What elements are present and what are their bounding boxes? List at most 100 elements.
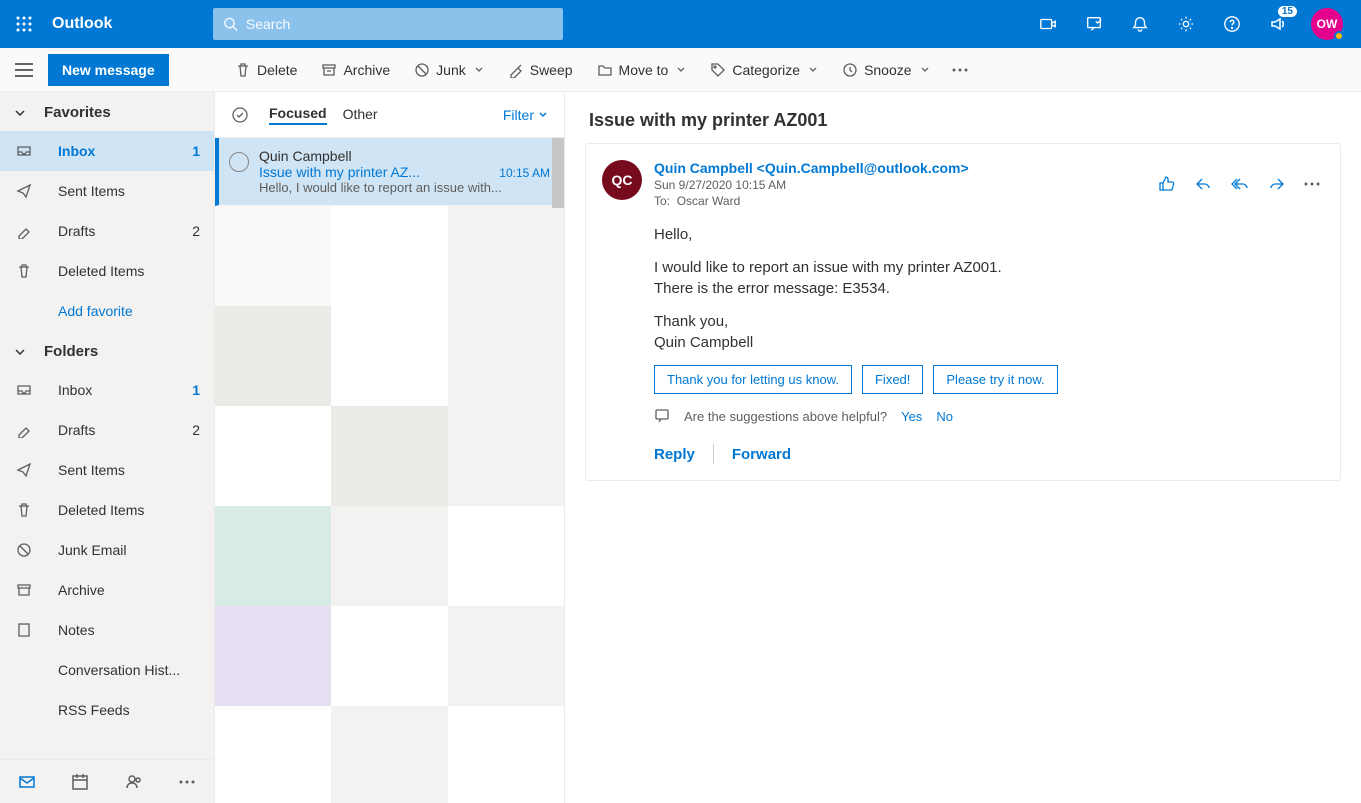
divider [713,444,714,464]
notification-badge: 15 [1278,6,1297,17]
account-avatar[interactable]: OW [1311,8,1343,40]
nav-deleted-items[interactable]: Deleted Items [0,251,214,291]
chevron-down-icon [474,65,484,75]
folder-notes[interactable]: Notes [0,610,214,650]
feedback-row: Are the suggestions above helpful? Yes N… [654,408,1324,424]
suggested-reply-1[interactable]: Thank you for letting us know. [654,365,852,394]
reading-subject: Issue with my printer AZ001 [589,110,1341,131]
message-card: QC Quin Campbell <Quin.Campbell@outlook.… [585,143,1341,481]
forward-link[interactable]: Forward [732,446,791,463]
search-box[interactable] [213,8,563,40]
teams-call-icon[interactable] [1025,0,1071,48]
new-message-button[interactable]: New message [48,54,169,86]
folders-section-header[interactable]: Folders [0,331,214,370]
block-icon [14,542,34,558]
placeholder-row [215,706,564,803]
feedback-icon[interactable] [1071,0,1117,48]
select-message-icon[interactable] [229,152,249,172]
favorites-section-header[interactable]: Favorites [0,92,214,131]
note-icon [14,622,34,638]
move-to-button[interactable]: Move to [587,58,697,82]
hamburger-icon[interactable] [0,48,48,92]
folder-sent[interactable]: Sent Items [0,450,214,490]
help-icon[interactable] [1209,0,1255,48]
forward-icon[interactable] [1264,171,1290,197]
message-subject: Issue with my printer AZ... [259,164,420,180]
nav-drafts[interactable]: Drafts2 [0,211,214,251]
folder-conversation-history[interactable]: Conversation Hist... [0,650,214,690]
scrollbar[interactable] [552,138,564,208]
app-name: Outlook [48,15,213,33]
trash-icon [14,263,34,279]
chevron-down-icon [14,346,26,358]
more-actions-icon[interactable] [944,64,976,76]
reply-link[interactable]: Reply [654,446,695,463]
archive-icon [14,582,34,598]
presence-indicator [1334,31,1344,41]
tab-other[interactable]: Other [343,106,378,124]
reply-actions: Reply Forward [654,444,1324,464]
folder-inbox[interactable]: Inbox1 [0,370,214,410]
chevron-down-icon [538,110,548,120]
snooze-button[interactable]: Snooze [832,58,939,82]
more-icon[interactable] [1300,178,1324,190]
select-all-icon[interactable] [231,106,249,124]
chevron-down-icon [920,65,930,75]
edit-icon [14,422,34,438]
people-module-icon[interactable] [107,760,161,803]
module-switcher [0,759,214,803]
nav-inbox[interactable]: Inbox1 [0,131,214,171]
like-icon[interactable] [1154,171,1180,197]
categorize-button[interactable]: Categorize [700,58,828,82]
folder-pane: Favorites Inbox1 Sent Items Drafts2 Dele… [0,92,215,803]
folder-rss[interactable]: RSS Feeds [0,690,214,730]
feedback-no[interactable]: No [936,409,953,424]
folder-junk[interactable]: Junk Email [0,530,214,570]
tab-focused[interactable]: Focused [269,105,327,125]
folder-deleted[interactable]: Deleted Items [0,490,214,530]
sender-name: Quin Campbell <Quin.Campbell@outlook.com… [654,160,1142,176]
reply-icon[interactable] [1190,171,1216,197]
filter-button[interactable]: Filter [503,107,548,123]
feedback-yes[interactable]: Yes [901,409,922,424]
message-preview: Hello, I would like to report an issue w… [259,180,550,195]
chevron-down-icon [14,107,26,119]
notifications-icon[interactable] [1117,0,1163,48]
suggested-reply-2[interactable]: Fixed! [862,365,923,394]
inbox-icon [14,143,34,159]
nav-add-favorite[interactable]: Add favorite [0,291,214,331]
folder-drafts[interactable]: Drafts2 [0,410,214,450]
message-list-header: Focused Other Filter [215,92,564,138]
sender-avatar: QC [602,160,642,200]
placeholder-row [215,306,564,406]
sweep-button[interactable]: Sweep [498,58,583,82]
calendar-module-icon[interactable] [54,760,108,803]
message-body: Hello, I would like to report an issue w… [654,224,1324,353]
delete-button[interactable]: Delete [225,58,307,82]
message-list-item[interactable]: Quin Campbell Issue with my printer AZ..… [215,138,564,206]
junk-button[interactable]: Junk [404,58,494,82]
whats-new-icon[interactable]: 15 [1255,0,1301,48]
mail-module-icon[interactable] [0,760,54,803]
more-modules-icon[interactable] [161,760,215,803]
header-actions: 15 OW [1025,0,1361,48]
command-bar: New message Delete Archive Junk Sweep Mo… [0,48,1361,92]
nav-sent-items[interactable]: Sent Items [0,171,214,211]
settings-icon[interactable] [1163,0,1209,48]
suggested-reply-3[interactable]: Please try it now. [933,365,1057,394]
inbox-icon [14,382,34,398]
placeholder-row [215,206,564,306]
search-input[interactable] [246,16,553,32]
app-launcher-icon[interactable] [0,0,48,48]
trash-icon [14,502,34,518]
feedback-question: Are the suggestions above helpful? [684,409,887,424]
placeholder-row [215,606,564,706]
feedback-icon [654,408,670,424]
to-label: To: [654,194,670,208]
reply-all-icon[interactable] [1226,171,1254,197]
message-list-pane: Focused Other Filter Quin Campbell Issue… [215,92,565,803]
folder-archive[interactable]: Archive [0,570,214,610]
archive-button[interactable]: Archive [311,58,400,82]
reading-pane: Issue with my printer AZ001 QC Quin Camp… [565,92,1361,803]
send-icon [14,183,34,199]
